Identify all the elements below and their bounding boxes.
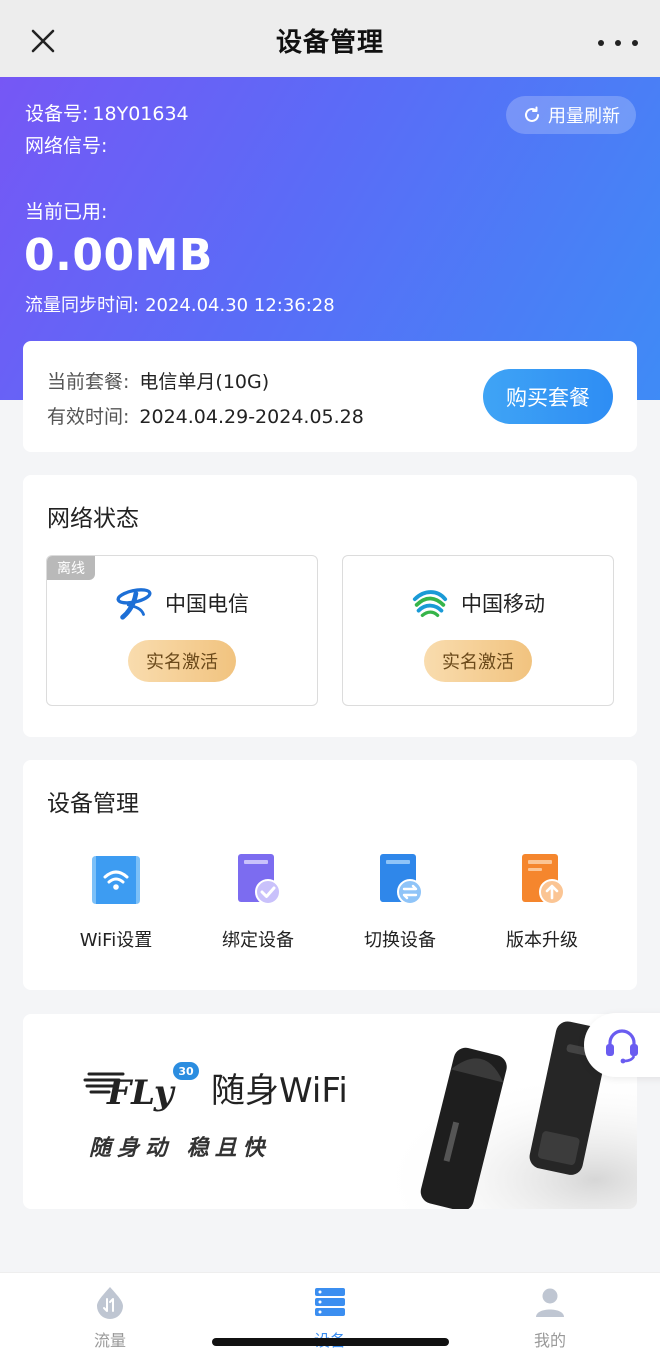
current-plan-value: 电信单月(10G) [139, 371, 270, 393]
wifi-settings-icon [92, 856, 140, 904]
offline-badge: 离线 [47, 556, 95, 580]
upgrade-button[interactable]: 版本升级 [472, 850, 612, 952]
current-plan-label: 当前套餐: [47, 371, 130, 393]
carrier-name-telecom: 中国电信 [165, 592, 249, 616]
switch-device-icon [380, 854, 423, 905]
traffic-icon [97, 1287, 123, 1319]
banner-slogan: 随身动 稳且快 [89, 1135, 271, 1161]
carrier-card-telecom: 离线 中国电信 实名激活 [46, 555, 318, 706]
used-value: 0.00MB [24, 230, 213, 281]
home-indicator [212, 1338, 449, 1346]
wifi-settings-button[interactable]: WiFi设置 [46, 850, 186, 952]
network-status-title: 网络状态 [47, 506, 139, 532]
bind-device-label: 绑定设备 [222, 930, 294, 951]
plan-card: 当前套餐: 电信单月(10G) 有效时间: 2024.04.29-2024.05.2… [23, 341, 637, 452]
more-icon[interactable] [598, 26, 638, 60]
device-number-label: 设备号: [25, 103, 89, 125]
activate-telecom-button[interactable]: 实名激活 [128, 640, 236, 682]
valid-period-row: 有效时间: 2024.04.29-2024.05.28 [47, 402, 364, 429]
product-banner[interactable]: FLy 30 随身WiFi 随身动 稳且快 [23, 1014, 637, 1209]
device-management-card: 设备管理 WiFi设置 绑定设备 切换设备 版本升级 [23, 760, 637, 990]
customer-service-button[interactable] [584, 1013, 660, 1077]
network-signal-row: 网络信号: [25, 131, 111, 158]
network-status-card: 网络状态 离线 中国电信 实名激活 中国移动 实名激活 [23, 475, 637, 737]
tab-traffic-label: 流量 [93, 1331, 126, 1350]
china-telecom-logo [116, 588, 152, 620]
device-number-row: 设备号: 18Y01634 [25, 99, 189, 126]
page-title: 设备管理 [275, 28, 384, 58]
valid-period-label: 有效时间: [47, 406, 130, 428]
tab-traffic[interactable]: 流量 [50, 1285, 170, 1351]
profile-icon [536, 1288, 564, 1317]
switch-device-button[interactable]: 切换设备 [330, 850, 470, 952]
current-plan-row: 当前套餐: 电信单月(10G) [47, 367, 269, 394]
carrier-name-mobile: 中国移动 [461, 592, 545, 616]
buy-plan-button[interactable]: 购买套餐 [483, 369, 613, 424]
upgrade-icon [522, 854, 565, 905]
sync-time-value: 2024.04.30 12:36:28 [145, 295, 335, 316]
sync-time-row: 流量同步时间: 2024.04.30 12:36:28 [25, 291, 335, 317]
wifi-settings-label: WiFi设置 [79, 930, 153, 951]
refresh-icon [525, 106, 539, 122]
used-label: 当前已用: [25, 201, 108, 223]
fly-version-badge: 30 [173, 1062, 199, 1080]
svg-text:FLy: FLy [106, 1073, 176, 1113]
valid-period-value: 2024.04.29-2024.05.28 [139, 406, 364, 428]
device-icon [315, 1288, 345, 1316]
refresh-usage-label: 用量刷新 [548, 106, 620, 127]
tab-profile-label: 我的 [533, 1331, 566, 1350]
nav-bar: 设备管理 [0, 0, 660, 77]
sync-time-label: 流量同步时间: [25, 295, 140, 316]
switch-device-label: 切换设备 [364, 930, 436, 951]
activate-mobile-button[interactable]: 实名激活 [424, 640, 532, 682]
upgrade-label: 版本升级 [506, 930, 578, 951]
china-mobile-logo [412, 590, 448, 618]
bind-device-button[interactable]: 绑定设备 [188, 850, 328, 952]
carrier-card-mobile: 中国移动 实名激活 [342, 555, 614, 706]
bind-device-icon [238, 854, 281, 905]
network-signal-label: 网络信号: [25, 135, 108, 157]
device-number-value: 18Y01634 [92, 103, 189, 125]
headset-icon [606, 1029, 638, 1064]
tab-profile[interactable]: 我的 [490, 1285, 610, 1351]
device-management-title: 设备管理 [47, 791, 139, 817]
refresh-usage-button[interactable]: 用量刷新 [506, 96, 636, 134]
